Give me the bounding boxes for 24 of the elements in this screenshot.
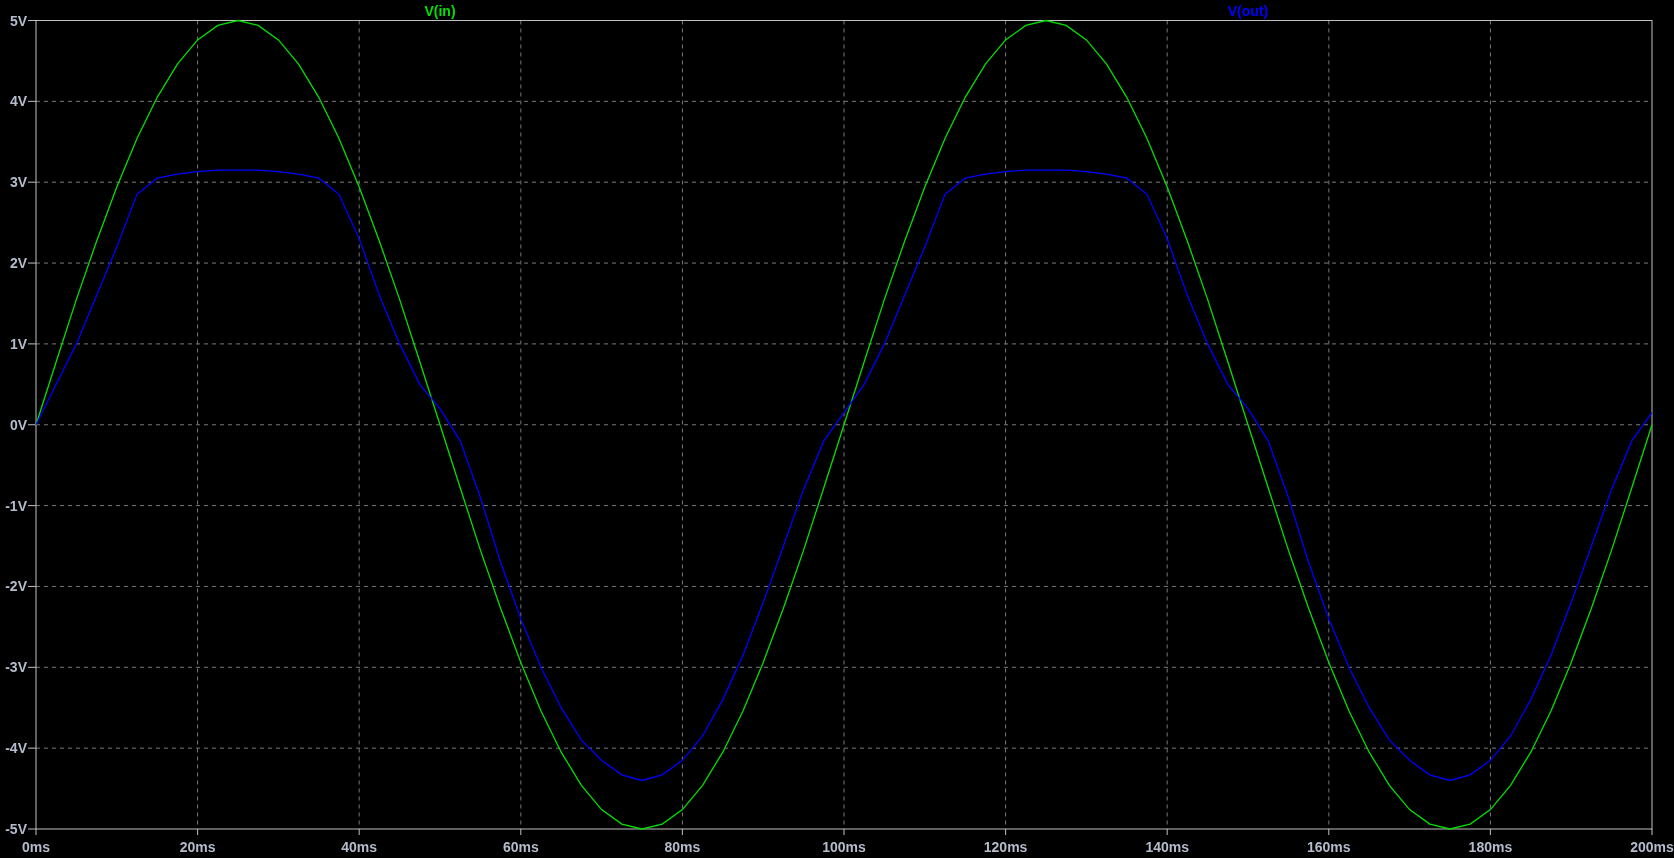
x-tick-label: 40ms xyxy=(341,839,378,855)
y-tick-label: 2V xyxy=(9,255,27,272)
x-tick-label: 60ms xyxy=(502,839,539,855)
x-tick-label: 120ms xyxy=(983,839,1028,855)
y-tick-label: 3V xyxy=(9,174,27,191)
y-tick-label: 0V xyxy=(9,416,27,433)
x-tick-label: 20ms xyxy=(179,839,216,855)
x-tick-label: 0ms xyxy=(22,839,50,855)
x-tick-label: 200ms xyxy=(1630,839,1674,855)
x-tick-label: 180ms xyxy=(1468,839,1513,855)
y-tick-label: -3V xyxy=(5,659,27,676)
y-tick-label: 4V xyxy=(9,93,27,110)
x-tick-label: 80ms xyxy=(664,839,701,855)
y-tick-label: 5V xyxy=(9,12,27,29)
y-tick-label: -1V xyxy=(5,497,27,514)
trace-label: V(out) xyxy=(1227,3,1269,19)
y-tick-label: -5V xyxy=(5,821,27,837)
y-tick-label: -4V xyxy=(5,740,27,757)
x-tick-label: 160ms xyxy=(1307,839,1351,855)
trace-label: V(in) xyxy=(424,3,456,19)
y-tick-label: 1V xyxy=(9,335,27,352)
x-tick-label: 100ms xyxy=(822,839,866,855)
y-tick-label: -2V xyxy=(5,578,27,595)
x-tick-label: 140ms xyxy=(1145,839,1189,855)
